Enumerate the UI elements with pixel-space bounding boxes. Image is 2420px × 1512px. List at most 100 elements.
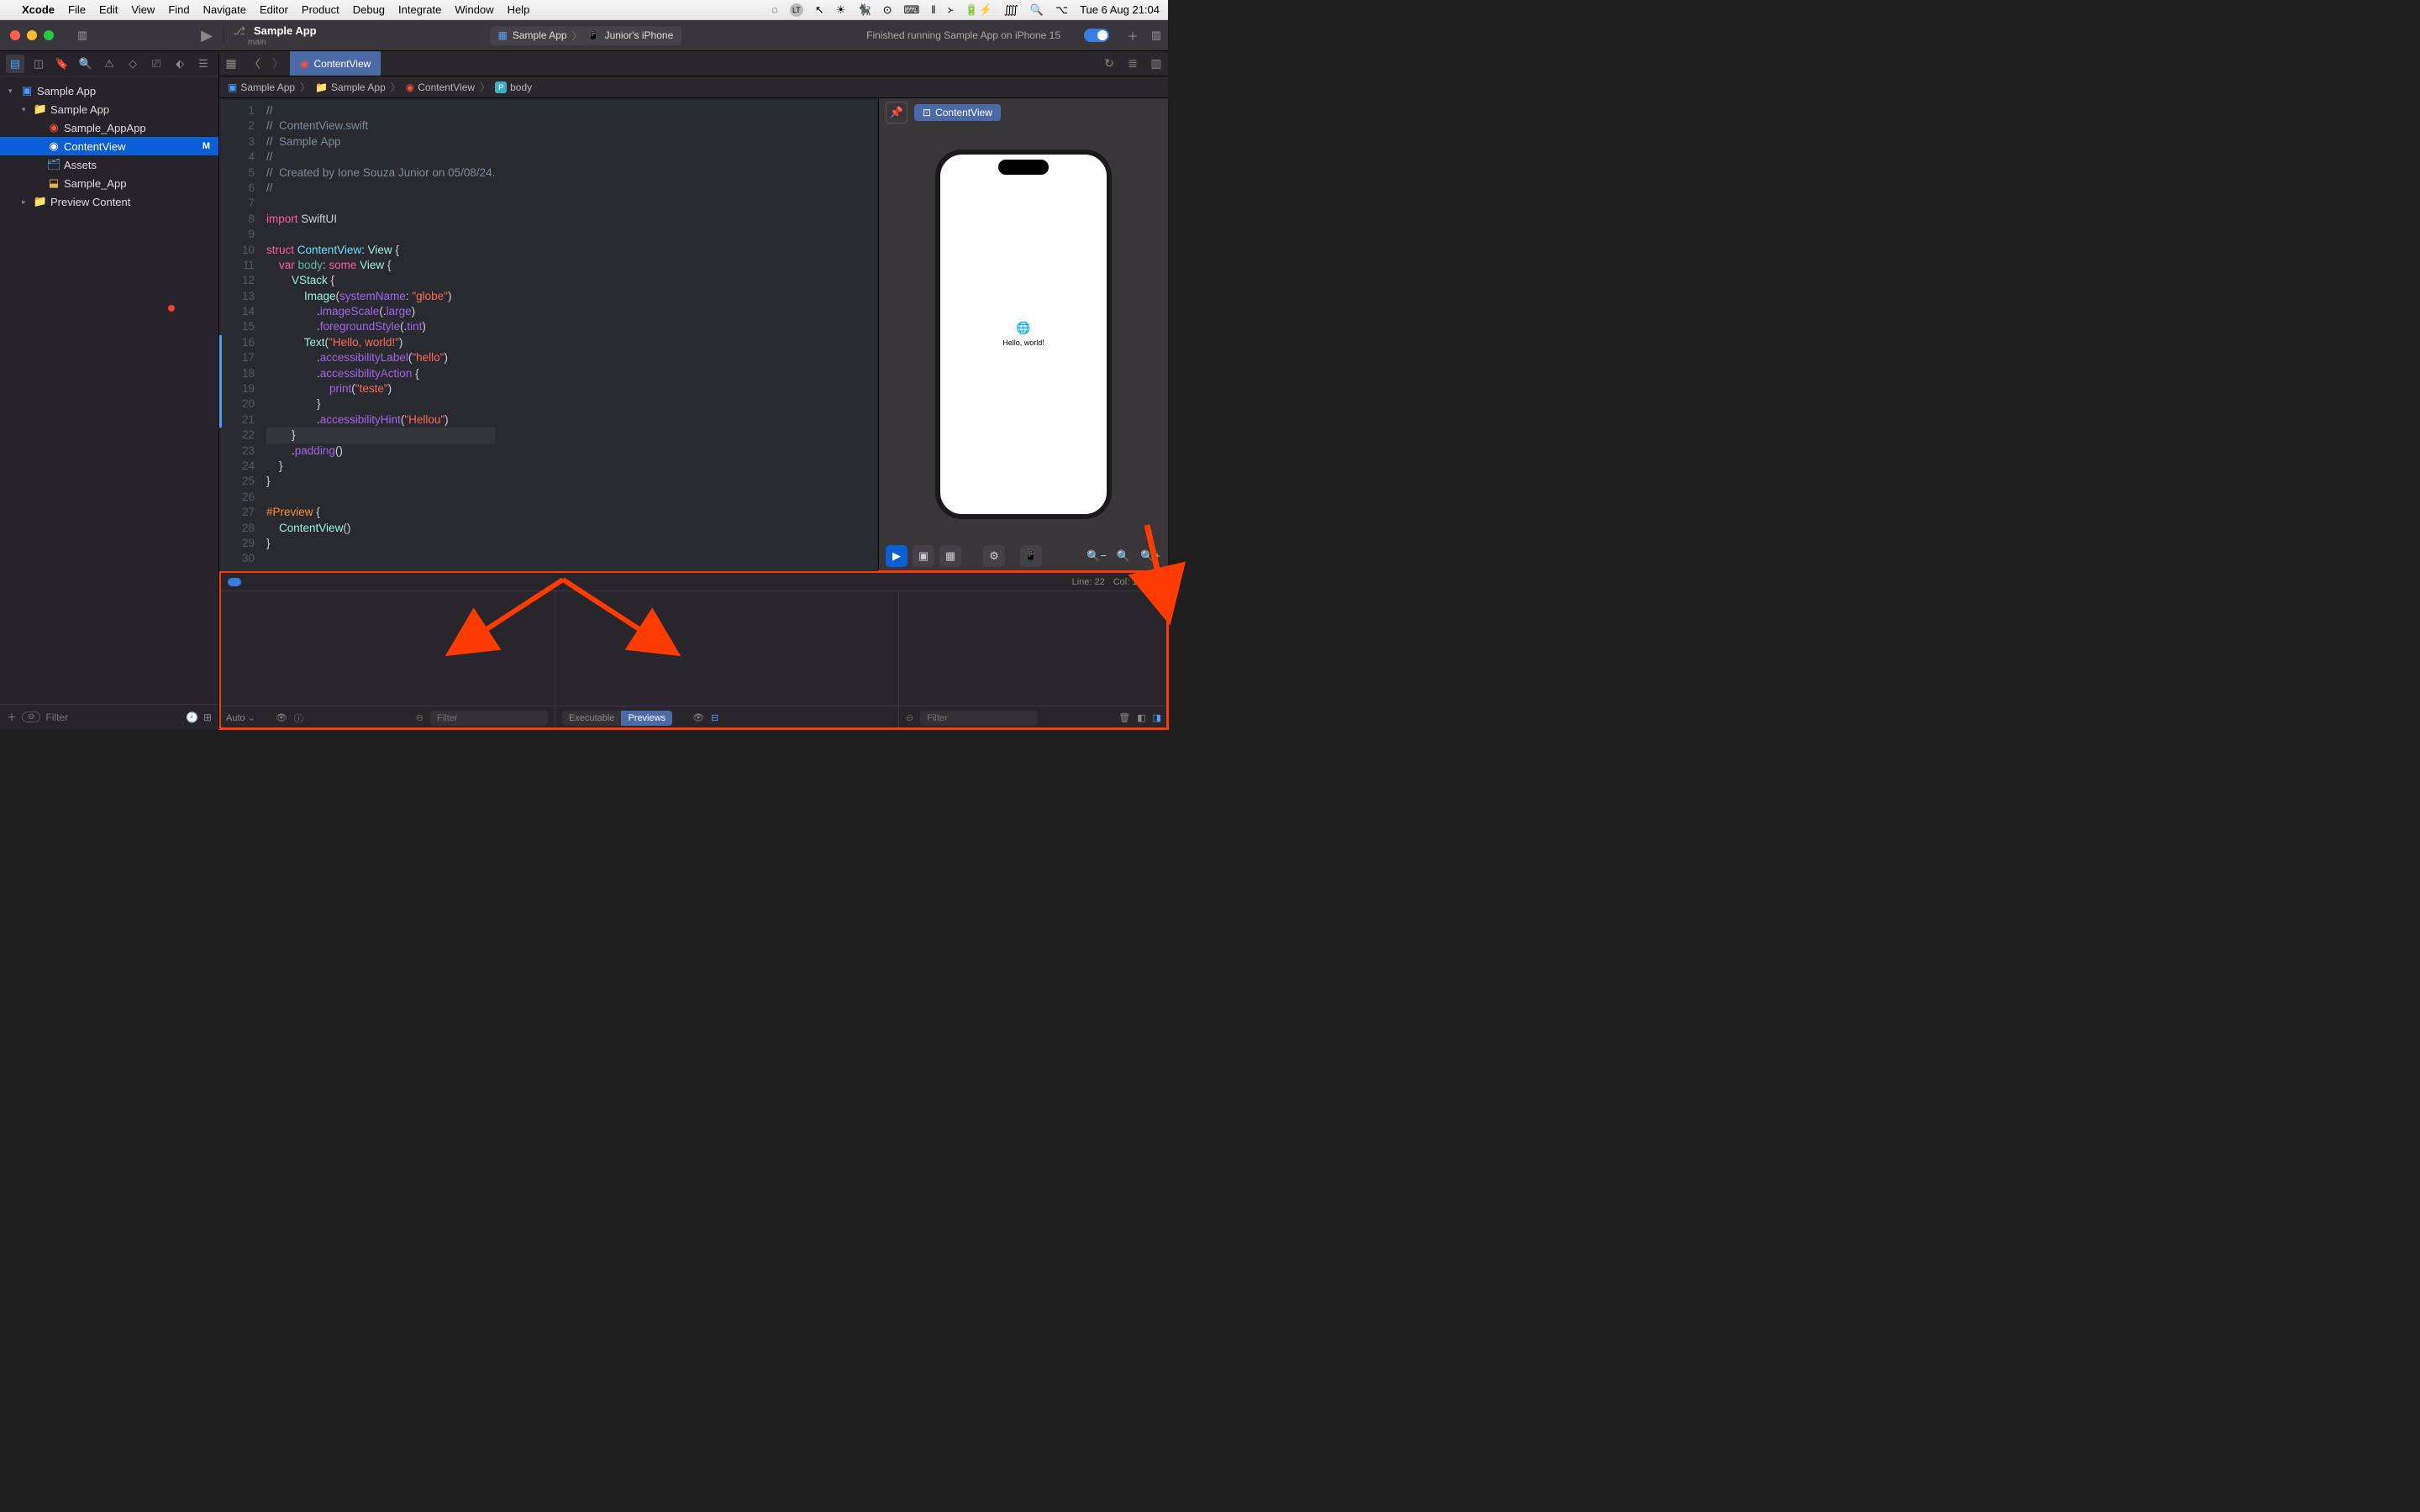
disclosure-icon[interactable]: ▾ — [8, 87, 17, 96]
location-icon[interactable]: LT — [790, 3, 803, 17]
file-item-selected[interactable]: ◉ ContentView M — [0, 137, 218, 155]
seg-executable[interactable]: Executable — [562, 711, 621, 726]
debug-navigator-tab[interactable]: ⎚ — [147, 55, 166, 73]
timer-icon[interactable]: ◌ — [771, 3, 778, 16]
variables-filter-input[interactable] — [430, 711, 548, 726]
tests-navigator-tab[interactable]: ◇ — [124, 55, 142, 73]
app-menu[interactable]: Xcode — [22, 3, 55, 16]
split-right-icon[interactable]: ◨ — [1153, 712, 1161, 723]
eye-icon[interactable]: 👁 — [692, 712, 704, 723]
console-source-segmented[interactable]: Executable Previews — [562, 711, 672, 726]
control-center-icon[interactable]: ⌥ — [1055, 3, 1068, 17]
menu-navigate[interactable]: Navigate — [203, 3, 246, 16]
play-icon[interactable]: ⊙ — [883, 3, 892, 17]
eye-icon[interactable]: 👁 — [276, 712, 287, 723]
nav-forward-icon[interactable]: 〉 — [266, 55, 290, 72]
crumb[interactable]: Sample App — [240, 81, 295, 93]
variables-view[interactable]: Auto ⌄ 👁 ⓘ ⊖ — [219, 591, 555, 729]
find-navigator-tab[interactable]: 🔍 — [76, 55, 95, 73]
bookmarks-navigator-tab[interactable]: 🔖 — [53, 55, 71, 73]
split-left-icon[interactable]: ◧ — [1137, 712, 1145, 723]
menu-view[interactable]: View — [131, 3, 155, 16]
toggle-navigator-icon[interactable]: ▥ — [71, 24, 94, 47]
recent-files-icon[interactable]: 🕘 — [186, 711, 198, 723]
project-title[interactable]: Sample App — [254, 24, 317, 37]
menu-product[interactable]: Product — [302, 3, 339, 16]
scm-filter-icon[interactable]: ⊞ — [203, 711, 212, 723]
clock[interactable]: Tue 6 Aug 21:04 — [1080, 3, 1160, 16]
zoom-out-button[interactable]: 🔍− — [1086, 545, 1107, 567]
project-navigator-tab[interactable]: ▤ — [6, 55, 24, 73]
menu-edit[interactable]: Edit — [99, 3, 118, 16]
file-item[interactable]: 🗂 Assets — [0, 155, 218, 174]
selectable-preview-button[interactable]: ▣ — [913, 545, 934, 567]
sun-icon[interactable]: ☀ — [836, 3, 846, 17]
line-gutter[interactable]: 1234567891011121314151617181920212223242… — [219, 98, 261, 571]
breakpoints-navigator-tab[interactable]: ⬖ — [171, 55, 189, 73]
metadata-icon[interactable]: ⊟ — [711, 712, 718, 723]
battery-icon[interactable]: 🔋⚡ — [965, 3, 992, 17]
menu-integrate[interactable]: Integrate — [398, 3, 441, 16]
toggle-console-icon[interactable]: ▣ — [1151, 576, 1160, 587]
tuning-fork-icon[interactable]: ǁ — [931, 3, 935, 16]
wifi-icon[interactable]: ⨌ — [1004, 3, 1018, 17]
zoom-in-button[interactable]: 🔍+ — [1139, 545, 1161, 567]
add-file-button[interactable]: ＋ — [7, 710, 17, 724]
disclosure-icon[interactable]: ▸ — [22, 197, 30, 207]
reports-navigator-tab[interactable]: ☰ — [194, 55, 213, 73]
menu-window[interactable]: Window — [455, 3, 493, 16]
console-filter-input[interactable] — [920, 711, 1038, 726]
info-icon[interactable]: ⓘ — [294, 711, 303, 725]
preview-toggle[interactable] — [1084, 29, 1109, 42]
preview-canvas[interactable]: 🌐 Hello, world! — [879, 127, 1168, 541]
console-view[interactable]: Executable Previews 👁 ⊟ — [555, 591, 899, 729]
disclosure-icon[interactable]: ▾ — [22, 105, 30, 114]
crumb[interactable]: ContentView — [418, 81, 475, 93]
arrow-icon[interactable]: ↖ — [815, 3, 824, 17]
device-orientation-button[interactable]: 📱 — [1020, 545, 1042, 567]
add-tab-button[interactable]: ＋ — [1121, 24, 1144, 47]
live-preview-button[interactable]: ▶ — [886, 545, 908, 567]
filter-icon[interactable]: ⊖ — [22, 711, 40, 722]
adjust-editor-icon[interactable]: ▥ — [1144, 56, 1168, 71]
minimize-window-button[interactable] — [27, 30, 37, 40]
trash-icon[interactable]: 🗑 — [1118, 712, 1130, 723]
menu-file[interactable]: File — [68, 3, 86, 16]
project-root[interactable]: ▾ ▣ Sample App — [0, 81, 218, 100]
issues-navigator-tab[interactable]: ⚠ — [100, 55, 118, 73]
pin-preview-button[interactable]: 📌 — [886, 102, 908, 123]
run-button[interactable]: ▶ — [195, 24, 218, 47]
minimap-toggle-icon[interactable]: ≣ — [1121, 56, 1144, 71]
editor-tab-active[interactable]: ◉ ContentView — [290, 51, 381, 76]
zoom-window-button[interactable] — [44, 30, 54, 40]
toggle-inspector-icon[interactable]: ▥ — [1144, 24, 1168, 47]
device-settings-button[interactable]: ⚙ — [983, 545, 1005, 567]
seg-previews[interactable]: Previews — [621, 711, 672, 726]
preview-tab[interactable]: ⊡ ContentView — [914, 104, 1001, 121]
source-editor[interactable]: 1234567891011121314151617181920212223242… — [219, 98, 878, 571]
preview-content-folder[interactable]: ▸ 📁 Preview Content — [0, 192, 218, 211]
keyboard-icon[interactable]: ⌨ — [904, 3, 920, 17]
file-item[interactable]: ◉ Sample_AppApp — [0, 118, 218, 137]
nav-back-icon[interactable]: 〈 — [243, 55, 266, 72]
navigator-filter-input[interactable] — [45, 711, 181, 723]
close-window-button[interactable] — [10, 30, 20, 40]
jump-bar[interactable]: ▣Sample App 〉 📁Sample App 〉 ◉ContentView… — [219, 76, 1168, 98]
menu-editor[interactable]: Editor — [260, 3, 288, 16]
menu-debug[interactable]: Debug — [353, 3, 385, 16]
code-area[interactable]: //// ContentView.swift// Sample App//// … — [261, 98, 495, 571]
scope-selector[interactable]: Auto ⌄ — [226, 712, 255, 723]
file-item[interactable]: ⬓ Sample_App — [0, 174, 218, 192]
spotlight-icon[interactable]: 🔍 — [1030, 3, 1044, 17]
branch-name[interactable]: main — [248, 38, 317, 47]
console-filter-pane[interactable]: ⊖ 🗑 ◧ ◨ — [899, 591, 1168, 729]
crumb[interactable]: body — [510, 81, 532, 93]
zoom-actual-button[interactable]: 🔍 — [1113, 545, 1134, 567]
bluetooth-icon[interactable]: ᚛ — [948, 3, 954, 17]
group-folder[interactable]: ▾ 📁 Sample App — [0, 100, 218, 118]
scheme-selector[interactable]: ▦ Sample App 〉 📱 Junior's iPhone — [490, 26, 682, 45]
refresh-icon[interactable]: ↻ — [1097, 56, 1121, 71]
cat-icon[interactable]: 🐈‍⬛ — [857, 3, 871, 17]
crumb[interactable]: Sample App — [331, 81, 386, 93]
variants-button[interactable]: ▦ — [939, 545, 961, 567]
